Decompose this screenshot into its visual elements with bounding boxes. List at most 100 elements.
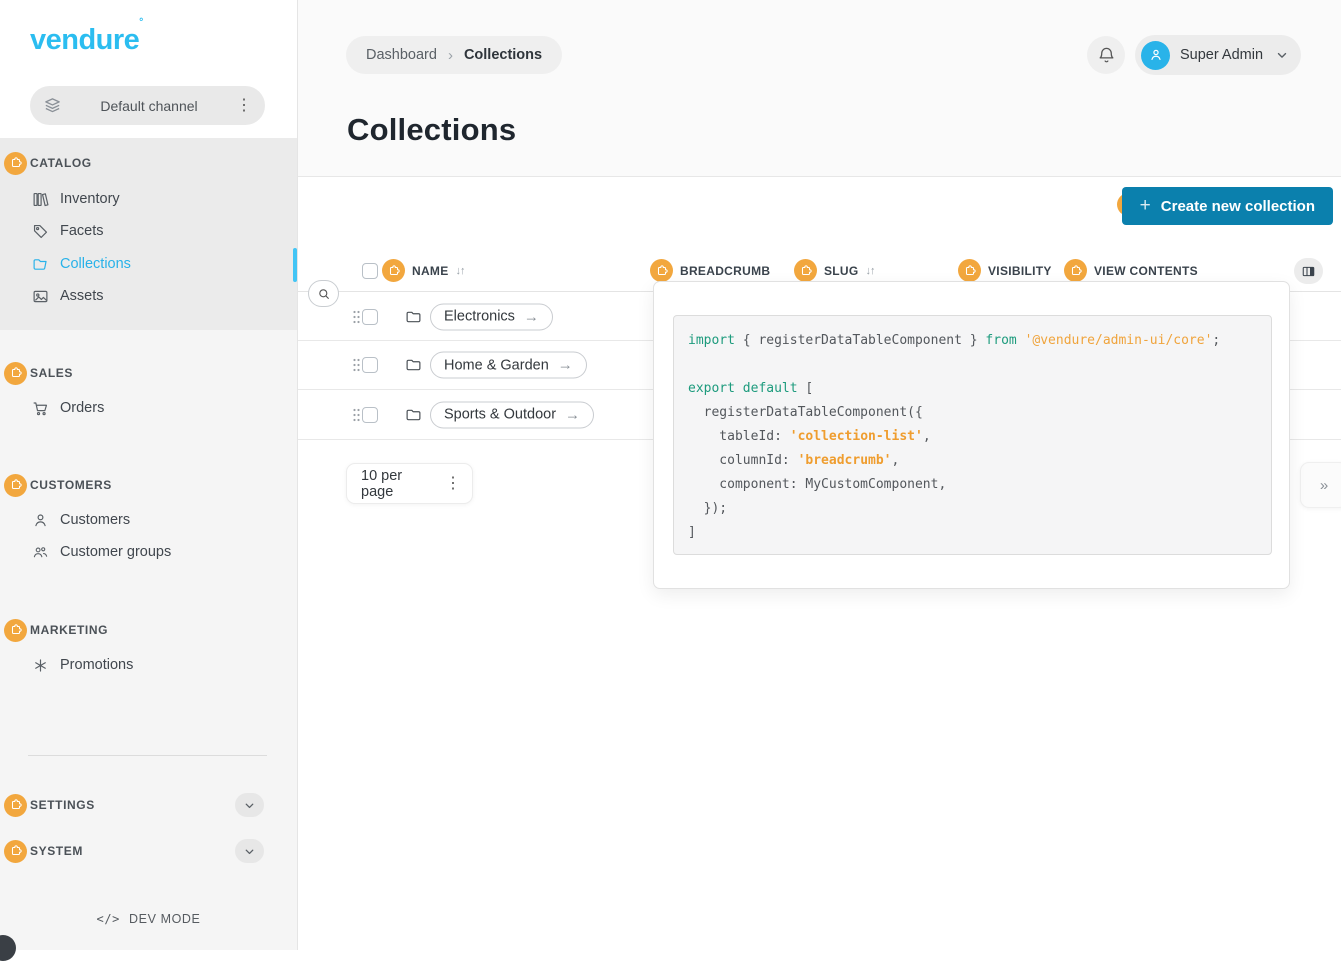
select-all-checkbox[interactable] — [362, 263, 378, 279]
breadcrumb-collections[interactable]: Collections — [464, 47, 542, 63]
kebab-menu-icon: ⋮ — [445, 476, 461, 492]
page-header-band: Dashboard › Collections Super Admin Coll… — [298, 0, 1341, 177]
row-checkbox[interactable] — [362, 357, 378, 373]
app-logo: vendure˚ — [30, 24, 143, 57]
column-label: SLUG — [824, 264, 859, 278]
section-customers: CUSTOMERS — [0, 471, 297, 499]
sidebar-item-promotions[interactable]: Promotions — [0, 651, 297, 679]
extension-badge-icon[interactable] — [1064, 259, 1087, 282]
extension-badge-icon[interactable] — [4, 152, 27, 175]
extension-badge-icon[interactable] — [382, 259, 405, 282]
section-marketing: MARKETING — [0, 616, 297, 644]
column-label: NAME — [412, 264, 449, 278]
extension-badge-icon[interactable] — [4, 474, 27, 497]
inventory-icon — [32, 191, 49, 208]
user-menu[interactable]: Super Admin — [1135, 35, 1301, 75]
extension-badge-icon[interactable] — [958, 259, 981, 282]
user-icon — [1148, 47, 1164, 63]
image-icon — [32, 288, 49, 305]
double-chevron-icon: » — [1320, 477, 1328, 494]
sidebar-item-label: Assets — [60, 288, 104, 304]
per-page-label: 10 per page — [361, 468, 435, 500]
column-header-name[interactable]: NAME ↓↑ — [362, 255, 465, 286]
arrow-right-icon: → — [565, 406, 580, 423]
create-button-label: Create new collection — [1161, 198, 1315, 215]
sidebar: vendure˚ Default channel ⋮ CATALOG Inven… — [0, 0, 298, 950]
extension-badge-icon[interactable] — [794, 259, 817, 282]
sidebar-divider — [28, 755, 267, 756]
plus-icon: + — [1140, 195, 1151, 217]
code-block: import { registerDataTableComponent } fr… — [673, 315, 1272, 555]
section-label: CUSTOMERS — [30, 478, 112, 492]
section-label: SETTINGS — [30, 798, 95, 812]
column-label: BREADCRUMB — [680, 264, 770, 278]
sidebar-item-facets[interactable]: Facets — [0, 217, 297, 245]
dev-mode-toggle[interactable]: </> DEV MODE — [0, 905, 297, 933]
sidebar-item-orders[interactable]: Orders — [0, 394, 297, 422]
notifications-button[interactable] — [1087, 36, 1125, 74]
folder-icon — [405, 357, 422, 374]
section-label: SALES — [30, 366, 73, 380]
drag-handle[interactable] — [353, 408, 360, 421]
sidebar-item-assets[interactable]: Assets — [0, 282, 297, 310]
breadcrumb-dashboard[interactable]: Dashboard — [366, 47, 437, 63]
channel-label: Default channel — [62, 98, 236, 114]
cart-icon — [32, 400, 49, 417]
sidebar-item-label: Orders — [60, 400, 104, 416]
users-icon — [32, 544, 49, 561]
dev-mode-label: DEV MODE — [129, 912, 200, 926]
chevron-down-icon — [243, 799, 256, 812]
channel-selector[interactable]: Default channel ⋮ — [30, 86, 265, 125]
collection-link[interactable]: Electronics → — [430, 303, 553, 330]
collection-link[interactable]: Sports & Outdoor → — [430, 401, 594, 428]
sidebar-item-label: Inventory — [60, 191, 120, 207]
collection-link[interactable]: Home & Garden → — [430, 352, 587, 379]
extension-badge-icon[interactable] — [650, 259, 673, 282]
arrow-right-icon: → — [524, 308, 539, 325]
section-catalog: CATALOG — [0, 149, 297, 177]
sidebar-item-collections[interactable]: Collections — [0, 250, 297, 278]
sort-icon[interactable]: ↓↑ — [866, 265, 875, 277]
chevron-down-icon — [1275, 48, 1289, 62]
search-expand-button[interactable] — [308, 280, 339, 307]
extension-badge-icon[interactable] — [4, 362, 27, 385]
items-per-page-select[interactable]: 10 per page ⋮ — [346, 463, 473, 504]
sidebar-item-customer-groups[interactable]: Customer groups — [0, 538, 297, 566]
section-label: CATALOG — [30, 156, 92, 170]
folder-icon — [405, 308, 422, 325]
column-label: VISIBILITY — [988, 264, 1052, 278]
create-new-collection-button[interactable]: + Create new collection — [1122, 187, 1333, 225]
section-sales: SALES — [0, 359, 297, 387]
sidebar-nav: CATALOG Inventory Facets Collections Ass… — [0, 138, 297, 950]
extension-badge-icon[interactable] — [4, 840, 27, 863]
layers-icon — [43, 96, 62, 115]
sort-icon[interactable]: ↓↑ — [456, 265, 465, 277]
row-checkbox[interactable] — [362, 309, 378, 325]
sidebar-item-label: Promotions — [60, 657, 133, 673]
drag-handle[interactable] — [353, 310, 360, 323]
page-title: Collections — [347, 112, 516, 148]
columns-icon — [1301, 264, 1316, 279]
channel-menu-icon[interactable]: ⋮ — [236, 98, 252, 114]
row-checkbox[interactable] — [362, 407, 378, 423]
user-icon — [32, 512, 49, 529]
extension-badge-icon[interactable] — [4, 794, 27, 817]
extension-badge-icon[interactable] — [4, 619, 27, 642]
section-label: MARKETING — [30, 623, 108, 637]
sidebar-item-inventory[interactable]: Inventory — [0, 185, 297, 213]
breadcrumb: Dashboard › Collections — [346, 36, 562, 74]
column-picker-button[interactable] — [1294, 258, 1323, 284]
collection-name: Sports & Outdoor — [444, 407, 556, 423]
expand-panel-button[interactable]: » — [1300, 462, 1341, 508]
collection-name: Home & Garden — [444, 357, 549, 373]
folder-icon — [405, 406, 422, 423]
main-content: Dashboard › Collections Super Admin Coll… — [298, 0, 1341, 950]
drag-handle[interactable] — [353, 359, 360, 372]
settings-collapse-button[interactable] — [235, 793, 264, 817]
tag-icon — [32, 223, 49, 240]
chevron-down-icon — [243, 845, 256, 858]
sidebar-item-customers[interactable]: Customers — [0, 506, 297, 534]
system-collapse-button[interactable] — [235, 839, 264, 863]
asterisk-icon — [32, 657, 49, 674]
search-icon — [317, 287, 331, 301]
